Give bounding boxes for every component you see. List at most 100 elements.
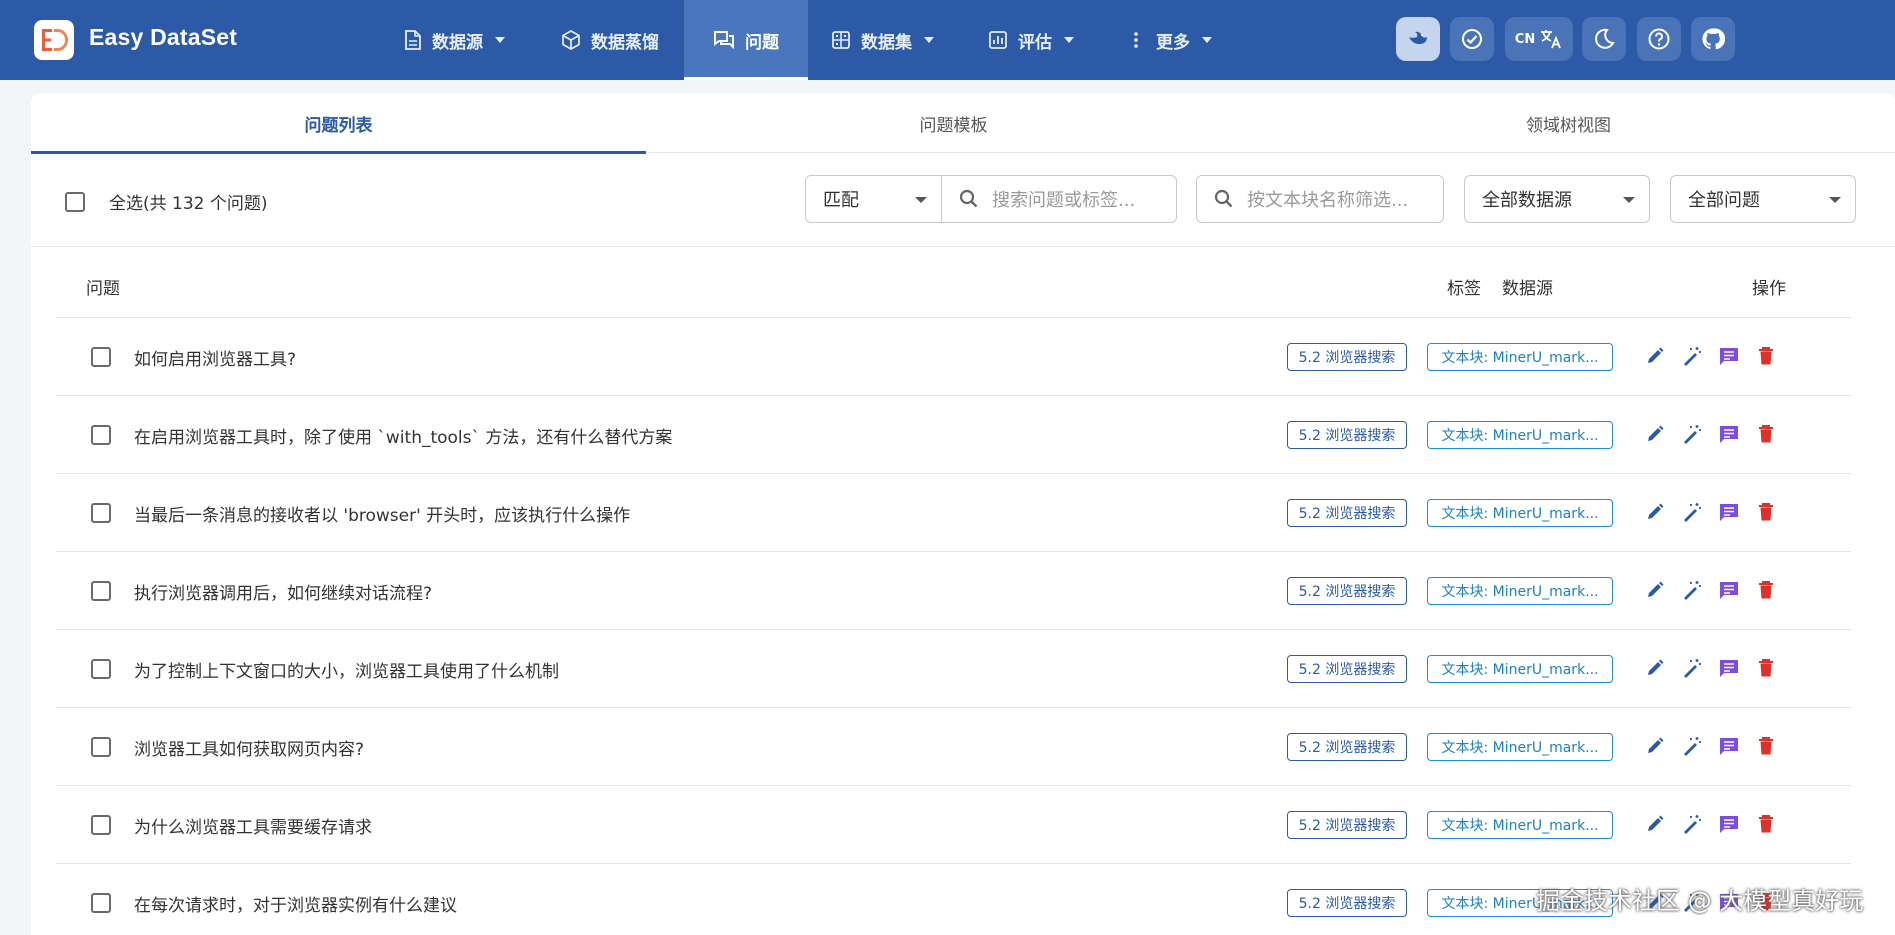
magic-wand-icon[interactable]	[1681, 500, 1703, 524]
tab-label: 领域树视图	[1526, 115, 1611, 136]
magic-wand-icon[interactable]	[1681, 578, 1703, 602]
question-status-select[interactable]: 全部问题	[1670, 175, 1856, 223]
tag-chip[interactable]: 5.2 浏览器搜索	[1287, 499, 1407, 527]
row-checkbox[interactable]	[91, 815, 111, 835]
edit-icon[interactable]	[1644, 500, 1666, 524]
row-actions	[1644, 500, 1777, 524]
nav-item-data-source[interactable]: 数据源	[404, 0, 505, 80]
table-row[interactable]: 为了控制上下文窗口的大小，浏览器工具使用了什么机制 5.2 浏览器搜索 文本块: M…	[56, 630, 1851, 708]
tag-chip[interactable]: 5.2 浏览器搜索	[1287, 811, 1407, 839]
row-checkbox[interactable]	[91, 737, 111, 757]
source-chip[interactable]: 文本块: MinerU_mark...	[1427, 343, 1613, 371]
delete-icon[interactable]	[1755, 344, 1777, 368]
table-row[interactable]: 在启用浏览器工具时，除了使用 `with_tools` 方法，还有什么替代方案 5…	[56, 396, 1851, 474]
row-checkbox[interactable]	[91, 659, 111, 679]
tag-chip[interactable]: 5.2 浏览器搜索	[1287, 889, 1407, 917]
match-mode-select[interactable]: 匹配	[805, 175, 942, 223]
tag-chip[interactable]: 5.2 浏览器搜索	[1287, 577, 1407, 605]
source-chip[interactable]: 文本块: MinerU_mark...	[1427, 499, 1613, 527]
tab-label: 问题列表	[304, 115, 373, 136]
nav-item-label: 数据源	[432, 32, 483, 53]
chat-icon[interactable]	[1718, 344, 1740, 368]
select-all-label: 全选(共 132 个问题)	[109, 194, 268, 214]
nav-item-questions[interactable]: 问题	[684, 0, 808, 80]
table-row[interactable]: 如何启用浏览器工具? 5.2 浏览器搜索 文本块: MinerU_mark...	[56, 318, 1851, 396]
source-chip[interactable]: 文本块: MinerU_mark...	[1427, 577, 1613, 605]
tag-chip[interactable]: 5.2 浏览器搜索	[1287, 343, 1407, 371]
row-checkbox[interactable]	[91, 347, 111, 367]
tab-question-list[interactable]: 问题列表	[31, 93, 646, 154]
edit-icon[interactable]	[1644, 422, 1666, 446]
language-button[interactable]: CN	[1505, 17, 1573, 61]
search-icon	[959, 189, 978, 208]
row-checkbox[interactable]	[91, 425, 111, 445]
magic-wand-icon[interactable]	[1681, 812, 1703, 836]
source-chip[interactable]: 文本块: MinerU_mark...	[1427, 811, 1613, 839]
row-checkbox[interactable]	[91, 581, 111, 601]
chat-icon[interactable]	[1718, 656, 1740, 680]
magic-wand-icon[interactable]	[1681, 734, 1703, 758]
source-chip[interactable]: 文本块: MinerU_mark...	[1427, 421, 1613, 449]
edit-icon[interactable]	[1644, 812, 1666, 836]
question-text: 浏览器工具如何获取网页内容?	[134, 740, 365, 760]
magic-wand-icon[interactable]	[1681, 656, 1703, 680]
select-all[interactable]: 全选(共 132 个问题)	[65, 189, 268, 214]
question-text: 如何启用浏览器工具?	[134, 350, 297, 370]
table-row[interactable]: 当最后一条消息的接收者以 'browser' 开头时，应该执行什么操作 5.2 浏…	[56, 474, 1851, 552]
grid-icon	[832, 31, 850, 49]
github-button[interactable]	[1691, 17, 1735, 61]
select-all-checkbox[interactable]	[65, 191, 85, 212]
table-row[interactable]: 为什么浏览器工具需要缓存请求 5.2 浏览器搜索 文本块: MinerU_mark.…	[56, 786, 1851, 864]
chat-icon[interactable]	[1718, 812, 1740, 836]
magic-wand-icon[interactable]	[1681, 422, 1703, 446]
app-logo[interactable]	[34, 20, 74, 60]
delete-icon[interactable]	[1755, 656, 1777, 680]
row-checkbox[interactable]	[91, 893, 111, 913]
source-chip[interactable]: 文本块: MinerU_mark...	[1427, 655, 1613, 683]
tab-domain-tree[interactable]: 领域树视图	[1261, 93, 1876, 153]
chevron-down-icon	[915, 197, 927, 203]
dark-mode-button[interactable]	[1582, 17, 1626, 61]
chat-icon[interactable]	[1718, 734, 1740, 758]
tag-chip[interactable]: 5.2 浏览器搜索	[1287, 421, 1407, 449]
table-row[interactable]: 浏览器工具如何获取网页内容? 5.2 浏览器搜索 文本块: MinerU_mark.…	[56, 708, 1851, 786]
delete-icon[interactable]	[1755, 500, 1777, 524]
chat-icon[interactable]	[1718, 578, 1740, 602]
search-icon	[1214, 189, 1233, 208]
table-row[interactable]: 执行浏览器调用后，如何继续对话流程? 5.2 浏览器搜索 文本块: MinerU_m…	[56, 552, 1851, 630]
chevron-down-icon	[1829, 197, 1841, 203]
source-select[interactable]: 全部数据源	[1464, 175, 1650, 223]
chat-icon[interactable]	[1718, 500, 1740, 524]
delete-icon[interactable]	[1755, 734, 1777, 758]
edit-icon[interactable]	[1644, 656, 1666, 680]
task-check-button[interactable]	[1450, 17, 1494, 61]
nav-item-more[interactable]: 更多	[1126, 0, 1212, 80]
nav-item-datasets[interactable]: 数据集	[831, 0, 934, 80]
chat-icon[interactable]	[1718, 422, 1740, 446]
bird-icon	[1409, 31, 1427, 45]
more-vertical-icon	[1134, 32, 1138, 48]
row-checkbox[interactable]	[91, 503, 111, 523]
edit-icon[interactable]	[1644, 734, 1666, 758]
delete-icon[interactable]	[1755, 578, 1777, 602]
row-actions	[1644, 656, 1777, 680]
bird-logo-button[interactable]	[1396, 17, 1440, 61]
source-chip[interactable]: 文本块: MinerU_mark...	[1427, 733, 1613, 761]
nav-item-distill[interactable]: 数据蒸馏	[561, 0, 659, 80]
check-circle-icon	[1462, 29, 1482, 49]
delete-icon[interactable]	[1755, 812, 1777, 836]
cube-icon	[562, 30, 580, 50]
tab-question-template[interactable]: 问题模板	[646, 93, 1261, 153]
tag-chip[interactable]: 5.2 浏览器搜索	[1287, 655, 1407, 683]
edit-icon[interactable]	[1644, 344, 1666, 368]
search-input[interactable]: 搜索问题或标签...	[941, 175, 1177, 223]
tag-chip[interactable]: 5.2 浏览器搜索	[1287, 733, 1407, 761]
edit-icon[interactable]	[1644, 578, 1666, 602]
chunk-filter-input[interactable]: 按文本块名称筛选...	[1196, 175, 1444, 223]
delete-icon[interactable]	[1755, 422, 1777, 446]
row-actions	[1644, 812, 1777, 836]
help-circle-icon	[1648, 28, 1670, 50]
magic-wand-icon[interactable]	[1681, 344, 1703, 368]
help-button[interactable]	[1637, 17, 1681, 61]
nav-item-evaluation[interactable]: 评估	[988, 0, 1074, 80]
